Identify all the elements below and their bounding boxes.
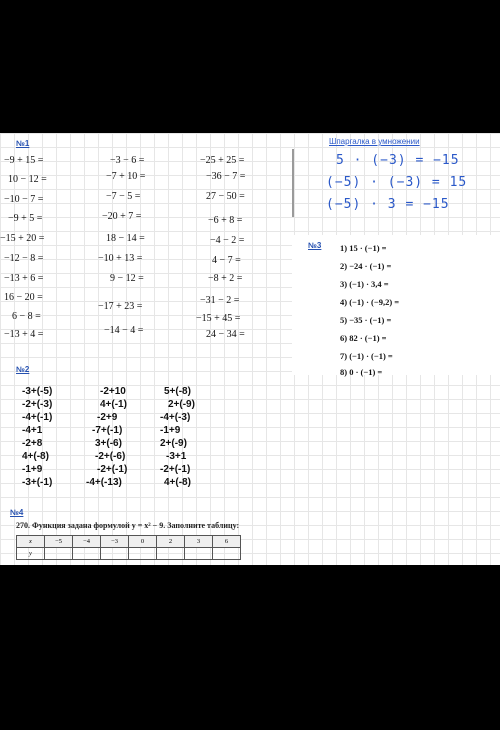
expression: -2+9 xyxy=(97,412,118,423)
expression: -1+9 xyxy=(22,464,43,475)
x-value: 3 xyxy=(184,535,213,548)
equation: −20 + 7 = xyxy=(102,211,142,222)
equation: −14 − 4 = xyxy=(104,325,144,336)
divider xyxy=(292,149,294,217)
table-row-y: y xyxy=(16,547,241,560)
x-value: 0 xyxy=(128,535,157,548)
task3-row: 3) (−1) · 3,4 = xyxy=(340,279,389,289)
expression: -3+(-1) xyxy=(22,477,53,488)
expression: -2+(-6) xyxy=(95,451,126,462)
equation: −8 + 2 = xyxy=(208,273,243,284)
expression: -2+8 xyxy=(22,438,43,449)
equation: −25 + 25 = xyxy=(200,155,245,166)
y-cell[interactable] xyxy=(72,547,101,560)
task3-row: 5) −35 · (−1) = xyxy=(340,315,392,325)
equation: −17 + 23 = xyxy=(98,301,143,312)
equation: −6 + 8 = xyxy=(208,215,243,226)
expression: -2+10 xyxy=(100,386,126,397)
expression: 2+(-9) xyxy=(160,438,187,449)
expression: 4+(-8) xyxy=(22,451,49,462)
y-cell[interactable] xyxy=(100,547,129,560)
task3-row: 2) −24 · (−1) = xyxy=(340,261,392,271)
equation: −7 + 10 = xyxy=(106,171,146,182)
task3-row: 8) 0 · (−1) = xyxy=(340,367,383,377)
equation: 18 − 14 = xyxy=(106,233,145,244)
expression: -4+(-1) xyxy=(22,412,53,423)
equation: −10 − 7 = xyxy=(4,194,44,205)
task3-row: 1) 15 · (−1) = xyxy=(340,243,387,253)
equation: 10 − 12 = xyxy=(8,174,47,185)
expression: 5+(-8) xyxy=(164,386,191,397)
x-value: 6 xyxy=(212,535,241,548)
x-value: −3 xyxy=(100,535,129,548)
handwritten-line: 5 · (−3) = −15 xyxy=(336,153,460,168)
task4-problem: 270. Функция задана формулой y = x² − 9.… xyxy=(16,521,240,530)
expression: 4+(-1) xyxy=(100,399,127,410)
equation: −13 + 6 = xyxy=(4,273,44,284)
expression: -4+1 xyxy=(22,425,43,436)
expression: 4+(-8) xyxy=(164,477,191,488)
cheatsheet-title: Шпаргалка в умножении xyxy=(329,137,420,146)
equation: 6 − 8 = xyxy=(12,311,41,322)
task1-header: №1 xyxy=(16,139,30,148)
handwritten-line: (−5) · 3 = −15 xyxy=(326,197,450,212)
equation: −10 + 13 = xyxy=(98,253,143,264)
equation: −9 + 5 = xyxy=(8,213,43,224)
equation: −7 − 5 = xyxy=(106,191,141,202)
equation: −3 − 6 = xyxy=(110,155,145,166)
table-row-x: x −5 −4 −3 0 2 3 6 xyxy=(16,535,241,548)
equation: 4 − 7 = xyxy=(212,255,241,266)
equation: −4 − 2 = xyxy=(210,235,245,246)
handwritten-line: (−5) · (−3) = 15 xyxy=(326,175,468,190)
table-header-y: y xyxy=(16,547,45,560)
expression: -1+9 xyxy=(160,425,181,436)
equation: −36 − 7 = xyxy=(206,171,246,182)
function-table: x −5 −4 −3 0 2 3 6 y xyxy=(16,535,241,560)
expression: -2+(-1) xyxy=(97,464,128,475)
task2-header: №2 xyxy=(16,365,30,374)
expression: -4+(-13) xyxy=(86,477,122,488)
task3-row: 6) 82 · (−1) = xyxy=(340,333,387,343)
equation: 9 − 12 = xyxy=(110,273,144,284)
y-cell[interactable] xyxy=(44,547,73,560)
equation: −31 − 2 = xyxy=(200,295,240,306)
task3-row: 7) (−1) · (−1) = xyxy=(340,351,393,361)
task3-header: №3 xyxy=(308,241,322,250)
expression: -2+(-3) xyxy=(22,399,53,410)
expression: -7+(-1) xyxy=(92,425,123,436)
expression: -3+1 xyxy=(166,451,187,462)
task3-panel: №3 1) 15 · (−1) = 2) −24 · (−1) = 3) (−1… xyxy=(292,235,500,377)
equation: −9 + 15 = xyxy=(4,155,44,166)
equation: −15 + 20 = xyxy=(0,233,45,244)
x-value: 2 xyxy=(156,535,185,548)
equation: −15 + 45 = xyxy=(196,313,241,324)
expression: -2+(-1) xyxy=(160,464,191,475)
equation: 24 − 34 = xyxy=(206,329,245,340)
equation: −13 + 4 = xyxy=(4,329,44,340)
equation: 27 − 50 = xyxy=(206,191,245,202)
y-cell[interactable] xyxy=(212,547,241,560)
y-cell[interactable] xyxy=(156,547,185,560)
task4-header: №4 xyxy=(10,508,24,517)
expression: -4+(-3) xyxy=(160,412,191,423)
expression: 2+(-9) xyxy=(168,399,195,410)
x-value: −4 xyxy=(72,535,101,548)
task3-row: 4) (−1) · (−9,2) = xyxy=(340,297,400,307)
equation: −12 − 8 = xyxy=(4,253,44,264)
x-value: −5 xyxy=(44,535,73,548)
table-header-x: x xyxy=(16,535,45,548)
y-cell[interactable] xyxy=(128,547,157,560)
equation: 16 − 20 = xyxy=(4,292,43,303)
worksheet-sheet: №1 −9 + 15 = 10 − 12 = −10 − 7 = −9 + 5 … xyxy=(0,133,500,565)
expression: -3+(-5) xyxy=(22,386,53,397)
expression: 3+(-6) xyxy=(95,438,122,449)
y-cell[interactable] xyxy=(184,547,213,560)
